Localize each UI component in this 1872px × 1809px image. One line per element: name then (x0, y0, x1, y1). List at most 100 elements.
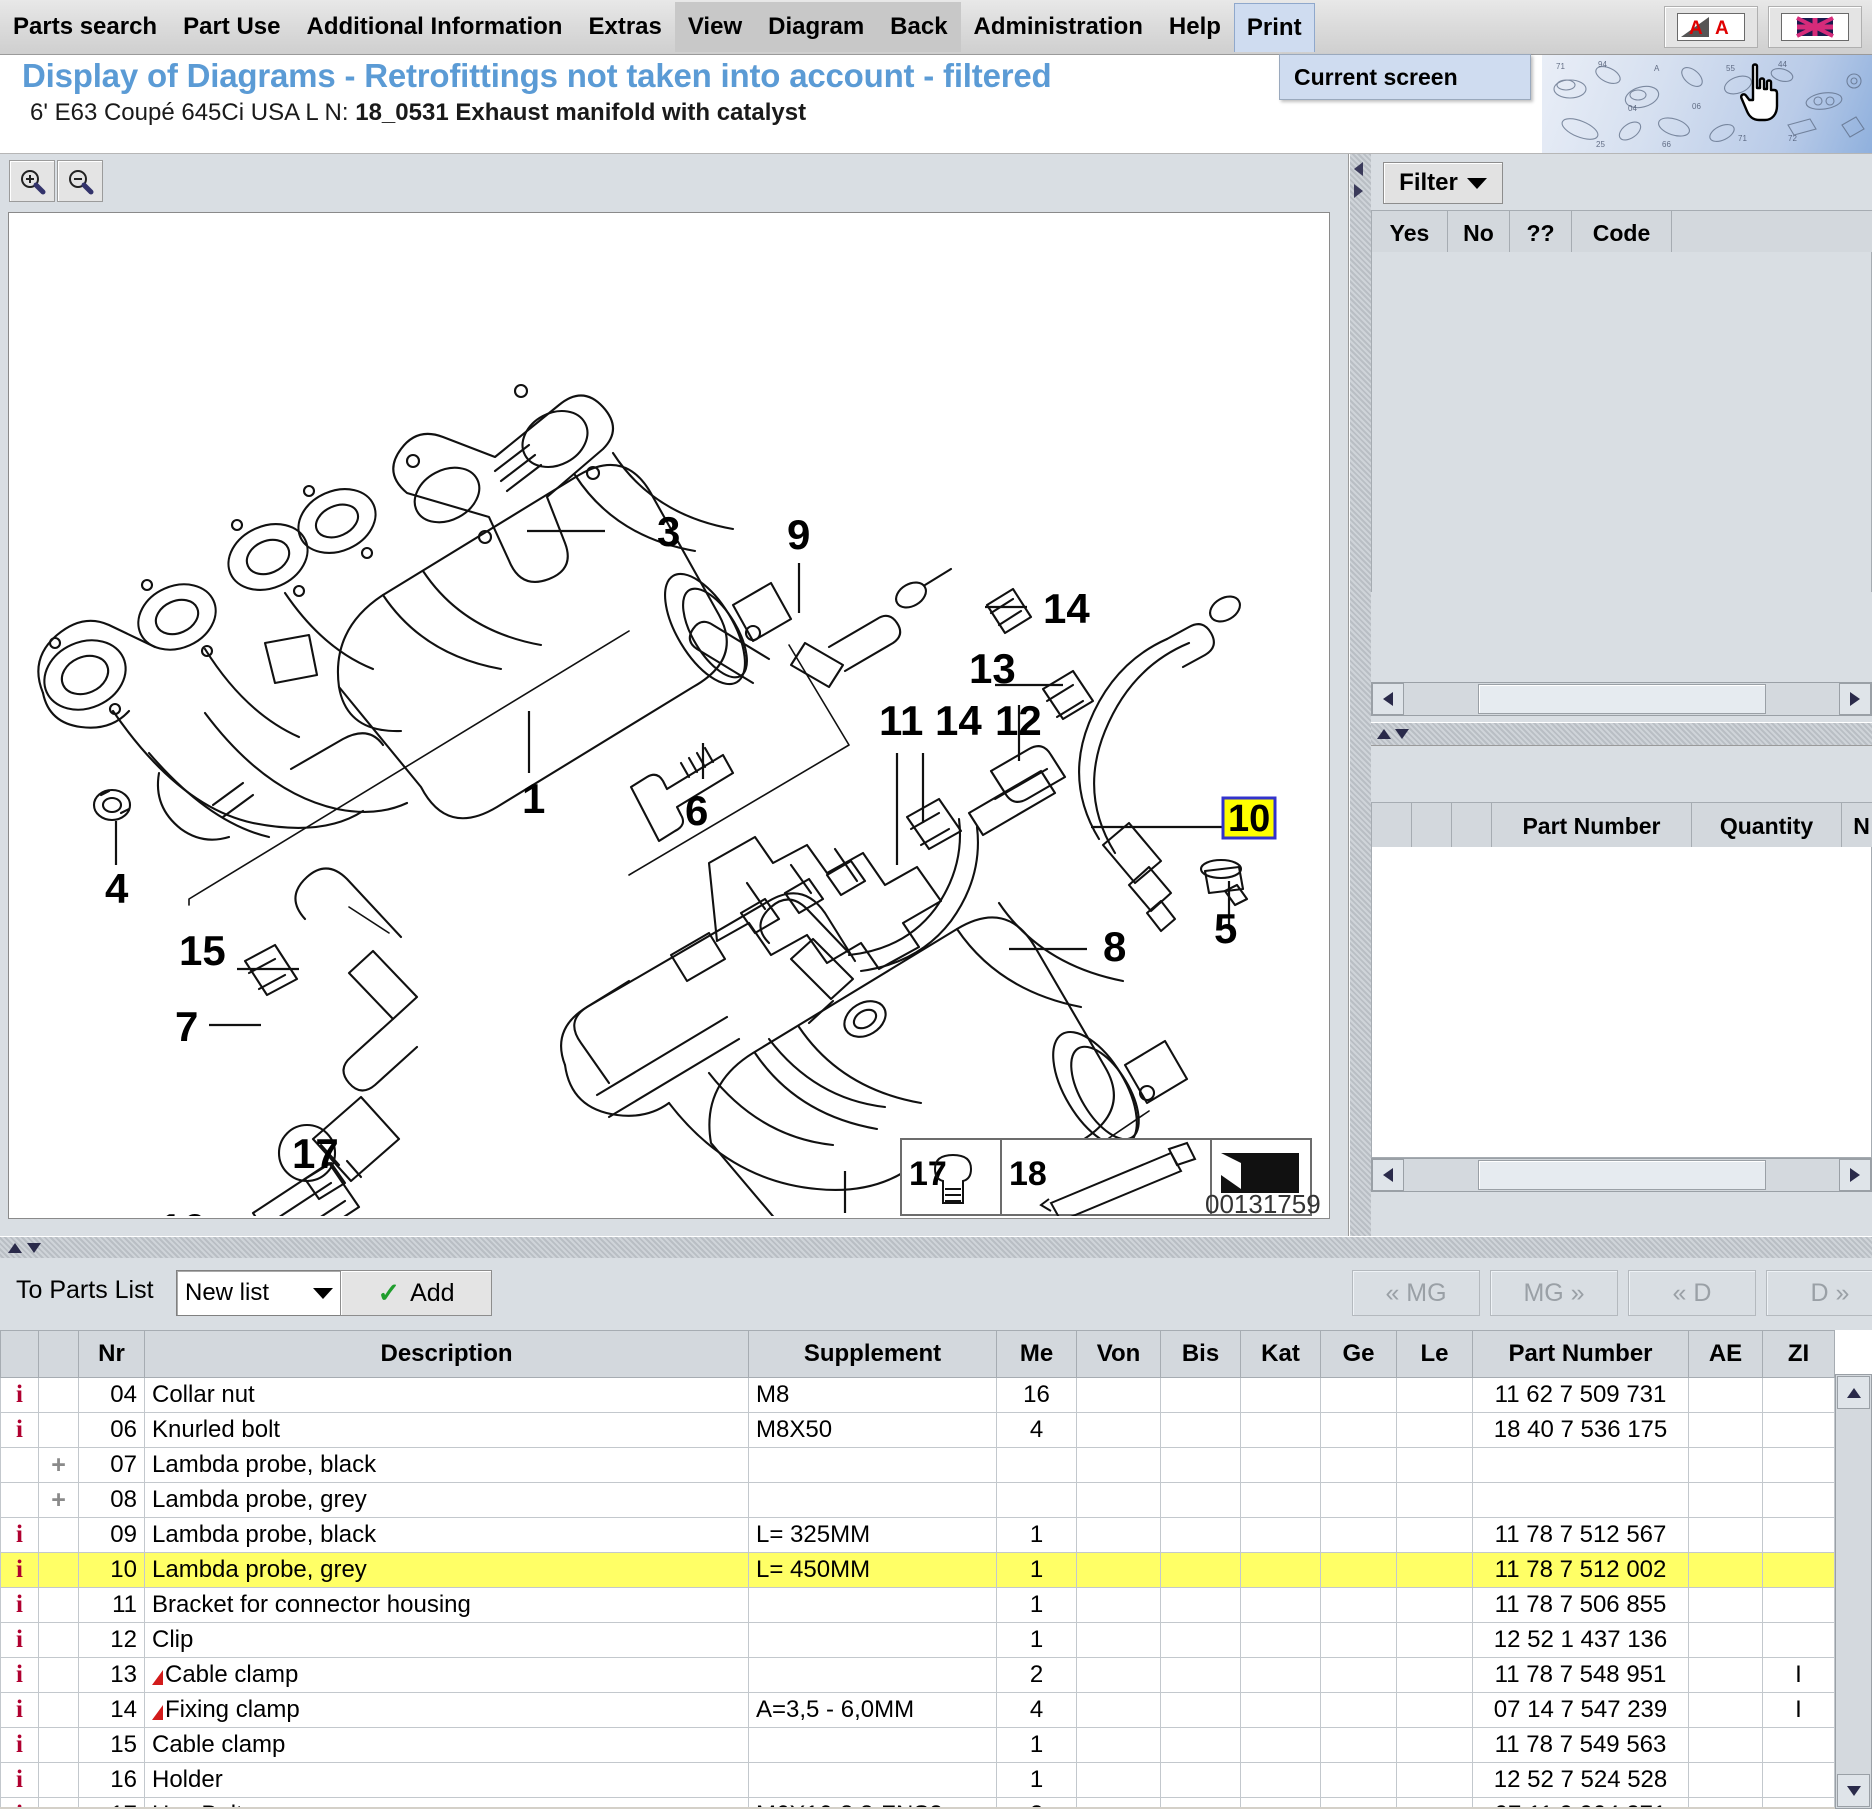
row-kat (1241, 1518, 1321, 1553)
scroll-up-button[interactable] (1837, 1376, 1870, 1409)
table-row[interactable]: i14Fixing clampA=3,5 - 6,0MM407 14 7 547… (1, 1693, 1835, 1728)
zoom-in-button[interactable] (9, 160, 55, 202)
row-info-icon[interactable] (1, 1448, 39, 1483)
menu-item-additional-information[interactable]: Additional Information (293, 2, 575, 52)
menu-item-back[interactable]: Back (877, 2, 960, 52)
menu-item-view[interactable]: View (675, 2, 755, 52)
diagram-panel: 3 1 4 6 9 14 13 5 11 14 8 15 7 16 2 17 (0, 154, 1349, 1236)
row-von (1077, 1518, 1161, 1553)
legend-nr-17: 17 (909, 1155, 947, 1193)
next-diagram-button[interactable]: D » (1766, 1270, 1872, 1316)
scroll-right-button[interactable] (1839, 1159, 1871, 1191)
row-part-number: 18 40 7 536 175 (1473, 1413, 1689, 1448)
row-quantity: 1 (997, 1553, 1077, 1588)
list-select[interactable]: New list (176, 1270, 342, 1316)
font-size-button[interactable]: A A (1664, 6, 1758, 48)
callout-6: 6 (685, 787, 708, 834)
diagram-canvas[interactable]: 3 1 4 6 9 14 13 5 11 14 8 15 7 16 2 17 (8, 212, 1330, 1219)
row-le (1397, 1413, 1473, 1448)
add-button[interactable]: ✓ Add (340, 1270, 492, 1316)
table-row[interactable]: i12Clip112 52 1 437 136 (1, 1623, 1835, 1658)
menu-item-extras[interactable]: Extras (575, 2, 674, 52)
row-info-icon[interactable] (1, 1483, 39, 1518)
scroll-thumb[interactable] (1478, 1160, 1766, 1190)
next-main-group-button[interactable]: MG » (1490, 1270, 1618, 1316)
scroll-thumb[interactable] (1478, 684, 1766, 714)
parts-table-body[interactable] (1371, 847, 1872, 1158)
callout-9: 9 (787, 511, 810, 558)
row-le (1397, 1623, 1473, 1658)
splitter-up-icon[interactable] (8, 1243, 22, 1253)
row-von (1077, 1693, 1161, 1728)
parts-list-vertical-scrollbar[interactable] (1835, 1374, 1872, 1809)
row-info-icon[interactable]: i (1, 1378, 39, 1413)
language-button[interactable] (1768, 6, 1862, 48)
table-row[interactable]: +07Lambda probe, black (1, 1448, 1835, 1483)
table-row[interactable]: +08Lambda probe, grey (1, 1483, 1835, 1518)
menu-item-print[interactable]: Print (1234, 3, 1315, 52)
row-nr: 13 (79, 1658, 145, 1693)
row-info-icon[interactable]: i (1, 1763, 39, 1798)
right-horizontal-splitter[interactable] (1371, 722, 1872, 746)
menu-item-administration[interactable]: Administration (961, 2, 1156, 52)
menu-item-part-use[interactable]: Part Use (170, 2, 293, 52)
plist-col-blank1 (39, 1331, 79, 1378)
row-info-icon[interactable]: i (1, 1798, 39, 1808)
zoom-out-button[interactable] (57, 160, 103, 202)
row-bis (1161, 1728, 1241, 1763)
prev-diagram-button[interactable]: « D (1628, 1270, 1756, 1316)
scroll-down-button[interactable] (1837, 1774, 1870, 1807)
row-nr: 14 (79, 1693, 145, 1728)
splitter-down-icon[interactable] (1395, 729, 1409, 739)
row-info-icon[interactable]: i (1, 1728, 39, 1763)
menu-item-diagram[interactable]: Diagram (755, 2, 877, 52)
prev-main-group-button[interactable]: « MG (1352, 1270, 1480, 1316)
row-info-icon[interactable]: i (1, 1588, 39, 1623)
diagram-name-label: 18_0531 Exhaust manifold with catalyst (355, 99, 806, 126)
plist-col-le: Le (1397, 1331, 1473, 1378)
row-info-icon[interactable]: i (1, 1518, 39, 1553)
scroll-right-button[interactable] (1839, 683, 1871, 715)
table-row[interactable]: i15Cable clamp111 78 7 549 563 (1, 1728, 1835, 1763)
row-expand-icon (39, 1378, 79, 1413)
row-info-icon[interactable]: i (1, 1413, 39, 1448)
row-supplement: M6X16-8.8-ZNS3 (749, 1798, 997, 1808)
row-kat (1241, 1448, 1321, 1483)
menu-item-parts-search[interactable]: Parts search (0, 2, 170, 52)
row-info-icon[interactable]: i (1, 1553, 39, 1588)
splitter-down-icon[interactable] (27, 1243, 41, 1253)
table-row[interactable]: i17Hex BoltM6X16-8.8-ZNS3207 11 9 904 37… (1, 1798, 1835, 1808)
vertical-splitter[interactable] (1349, 154, 1373, 1236)
row-le (1397, 1763, 1473, 1798)
filter-dropdown-button[interactable]: Filter (1383, 162, 1503, 204)
plist-col-part-number: Part Number (1473, 1331, 1689, 1378)
table-row[interactable]: i13Cable clamp211 78 7 548 951I (1, 1658, 1835, 1693)
svg-text:71: 71 (1556, 62, 1565, 71)
table-row[interactable]: i16Holder112 52 7 524 528 (1, 1763, 1835, 1798)
splitter-collapse-right-icon[interactable] (1354, 184, 1363, 198)
bottom-splitter[interactable] (0, 1236, 1872, 1259)
filter-horizontal-scrollbar[interactable] (1371, 682, 1872, 716)
table-row[interactable]: i06Knurled boltM8X50418 40 7 536 175 (1, 1413, 1835, 1448)
row-info-icon[interactable]: i (1, 1658, 39, 1693)
print-dropdown-menu[interactable]: Current screen (1279, 54, 1531, 100)
table-row[interactable]: i09Lambda probe, blackL= 325MM111 78 7 5… (1, 1518, 1835, 1553)
scroll-left-button[interactable] (1372, 683, 1404, 715)
splitter-collapse-left-icon[interactable] (1354, 162, 1363, 176)
splitter-up-icon[interactable] (1377, 729, 1391, 739)
chevron-down-icon (313, 1288, 333, 1299)
table-row[interactable]: i10Lambda probe, greyL= 450MM111 78 7 51… (1, 1553, 1835, 1588)
scroll-left-button[interactable] (1372, 1159, 1404, 1191)
row-supplement (749, 1448, 997, 1483)
parts-list-table-wrapper[interactable]: NrDescriptionSupplementMeVonBisKatGeLePa… (0, 1330, 1872, 1807)
menu-item-help[interactable]: Help (1156, 2, 1234, 52)
table-row[interactable]: i11Bracket for connector housing111 78 7… (1, 1588, 1835, 1623)
row-info-icon[interactable]: i (1, 1623, 39, 1658)
svg-text:10: 10 (1228, 798, 1270, 840)
row-info-icon[interactable]: i (1, 1693, 39, 1728)
row-part-number: 11 78 7 512 002 (1473, 1553, 1689, 1588)
print-menu-item-current-screen[interactable]: Current screen (1294, 64, 1458, 91)
parts-horizontal-scrollbar[interactable] (1371, 1158, 1872, 1192)
row-nr: 06 (79, 1413, 145, 1448)
table-row[interactable]: i04Collar nutM81611 62 7 509 731 (1, 1378, 1835, 1413)
